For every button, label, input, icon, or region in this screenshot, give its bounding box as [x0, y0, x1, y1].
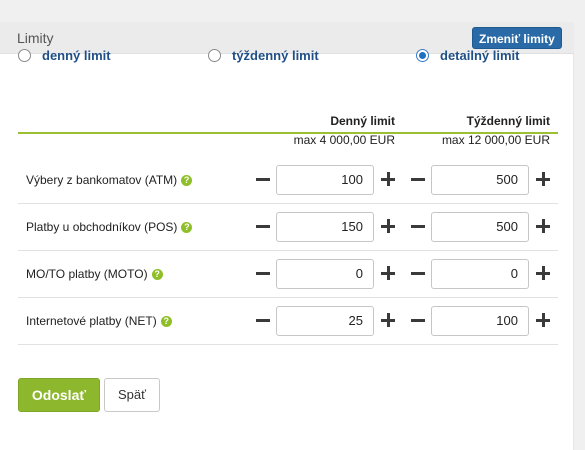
- weekly-decrement-button[interactable]: [407, 262, 429, 284]
- weekly-limit-input[interactable]: 500: [431, 165, 529, 195]
- weekly-decrement-button[interactable]: [407, 215, 429, 237]
- row-label: Internetové platby (NET)?: [26, 314, 172, 328]
- row-label-text: Internetové platby (NET): [26, 314, 157, 328]
- daily-increment-button[interactable]: [377, 168, 399, 190]
- minus-icon: [256, 224, 270, 228]
- radio-circle[interactable]: [208, 48, 221, 62]
- daily-decrement-button[interactable]: [252, 262, 274, 284]
- daily-column-max: max 4 000,00 EUR: [293, 133, 395, 147]
- daily-decrement-button[interactable]: [252, 168, 274, 190]
- help-icon[interactable]: ?: [181, 221, 193, 233]
- daily-limit-input[interactable]: 100: [276, 165, 374, 195]
- row-label-text: Platby u obchodníkov (POS): [26, 220, 178, 234]
- help-icon[interactable]: ?: [181, 174, 193, 186]
- weekly-limit-input[interactable]: 0: [431, 259, 529, 289]
- daily-column-title: Denný limit: [330, 114, 395, 128]
- daily-limit-input[interactable]: 0: [276, 259, 374, 289]
- radio-detailed-limit[interactable]: detailný limit: [416, 45, 519, 65]
- minus-icon: [411, 177, 425, 181]
- minus-icon: [256, 318, 270, 322]
- send-button[interactable]: Odoslať: [18, 378, 100, 412]
- weekly-increment-button[interactable]: [532, 168, 554, 190]
- limit-row-atm: Výbery z bankomatov (ATM)? 100 500: [18, 157, 558, 204]
- weekly-decrement-button[interactable]: [407, 309, 429, 331]
- help-icon[interactable]: ?: [160, 315, 172, 327]
- minus-icon: [411, 224, 425, 228]
- panel-title: Limity: [17, 30, 54, 46]
- row-label: Výbery z bankomatov (ATM)?: [26, 173, 193, 187]
- radio-weekly-limit[interactable]: týždenný limit: [208, 45, 319, 65]
- back-button[interactable]: Späť: [104, 378, 160, 412]
- help-icon[interactable]: ?: [151, 268, 163, 280]
- radio-circle-checked[interactable]: [416, 48, 429, 62]
- daily-column-header: Denný limit max 4 000,00 EUR: [294, 114, 395, 147]
- row-label: Platby u obchodníkov (POS)?: [26, 220, 193, 234]
- radio-label[interactable]: týždenný limit: [232, 48, 319, 63]
- radio-label[interactable]: detailný limit: [440, 48, 519, 63]
- weekly-column-title: Týždenný limit: [466, 114, 550, 128]
- minus-icon: [256, 177, 270, 181]
- weekly-limit-input[interactable]: 500: [431, 212, 529, 242]
- minus-icon: [411, 318, 425, 322]
- row-label-text: MO/TO platby (MOTO): [26, 267, 148, 281]
- daily-increment-button[interactable]: [377, 309, 399, 331]
- daily-limit-input[interactable]: 25: [276, 306, 374, 336]
- minus-icon: [411, 271, 425, 275]
- weekly-increment-button[interactable]: [532, 215, 554, 237]
- weekly-decrement-button[interactable]: [407, 168, 429, 190]
- header-divider: [18, 132, 558, 134]
- minus-icon: [256, 271, 270, 275]
- daily-decrement-button[interactable]: [252, 309, 274, 331]
- limit-row-pos: Platby u obchodníkov (POS)? 150 500: [18, 204, 558, 251]
- daily-decrement-button[interactable]: [252, 215, 274, 237]
- weekly-column-max: max 12 000,00 EUR: [441, 133, 550, 147]
- weekly-increment-button[interactable]: [532, 262, 554, 284]
- limit-row-net: Internetové platby (NET)? 25 100: [18, 298, 558, 345]
- radio-daily-limit[interactable]: denný limit: [18, 45, 111, 65]
- radio-label[interactable]: denný limit: [42, 48, 111, 63]
- daily-limit-input[interactable]: 150: [276, 212, 374, 242]
- weekly-limit-input[interactable]: 100: [431, 306, 529, 336]
- limit-row-moto: MO/TO platby (MOTO)? 0 0: [18, 251, 558, 298]
- row-label-text: Výbery z bankomatov (ATM): [26, 173, 178, 187]
- row-label: MO/TO platby (MOTO)?: [26, 267, 163, 281]
- weekly-increment-button[interactable]: [532, 309, 554, 331]
- daily-increment-button[interactable]: [377, 215, 399, 237]
- weekly-column-header: Týždenný limit max 12 000,00 EUR: [442, 114, 550, 147]
- daily-increment-button[interactable]: [377, 262, 399, 284]
- radio-circle[interactable]: [18, 48, 31, 62]
